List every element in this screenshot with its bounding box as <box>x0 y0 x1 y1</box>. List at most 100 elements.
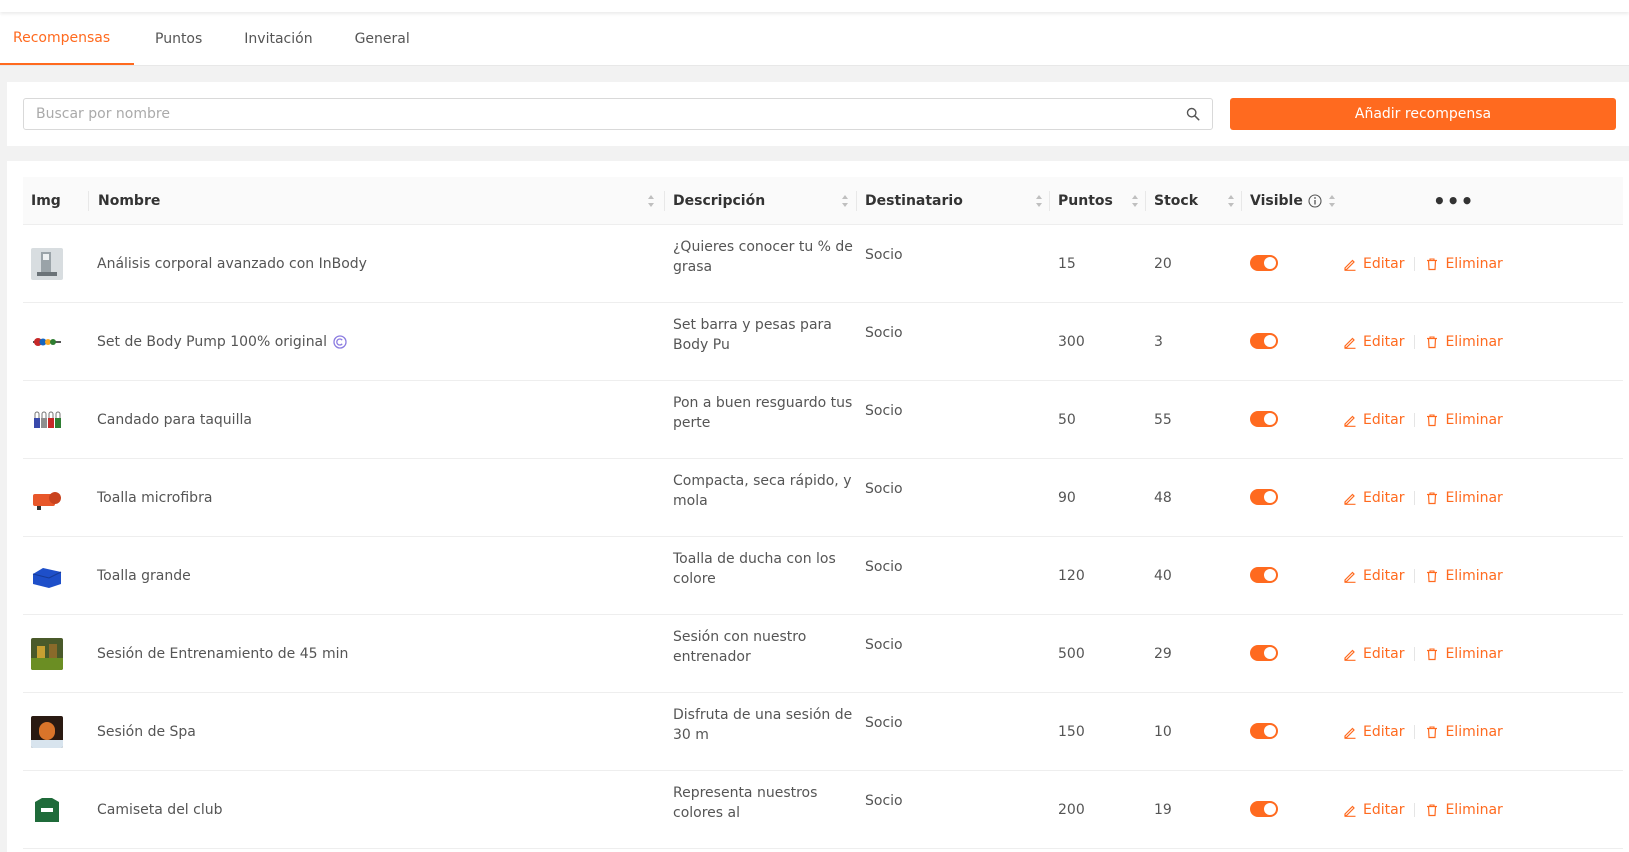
reward-points: 200 <box>1058 802 1085 818</box>
edit-button[interactable]: Editar <box>1343 412 1404 428</box>
visible-toggle[interactable] <box>1250 645 1278 661</box>
table-row: Toalla microfibra Compacta, seca rápido,… <box>23 459 1623 537</box>
visible-toggle[interactable] <box>1250 411 1278 427</box>
trash-icon <box>1427 570 1438 583</box>
col-stock[interactable]: Stock <box>1146 177 1242 225</box>
search-input[interactable] <box>24 99 1212 129</box>
rewards-table: Img Nombre Descripción Destinatario Punt… <box>7 161 1629 852</box>
reward-thumbnail <box>31 716 63 748</box>
edit-icon <box>1344 493 1356 505</box>
info-icon[interactable] <box>1308 194 1322 208</box>
delete-label: Eliminar <box>1445 568 1503 584</box>
action-divider <box>1414 569 1416 583</box>
visible-toggle[interactable] <box>1250 723 1278 739</box>
edit-button[interactable]: Editar <box>1343 802 1404 818</box>
sort-icon[interactable] <box>647 194 655 208</box>
reward-name-text: Candado para taquilla <box>97 412 252 428</box>
delete-button[interactable]: Eliminar <box>1425 412 1503 428</box>
edit-button[interactable]: Editar <box>1343 646 1404 662</box>
col-name-label: Nombre <box>98 193 161 209</box>
visible-toggle[interactable] <box>1250 567 1278 583</box>
reward-name-text: Toalla grande <box>97 568 191 584</box>
delete-button[interactable]: Eliminar <box>1425 256 1503 272</box>
reward-name: Toalla grande <box>97 537 191 615</box>
toggle-knob <box>1264 335 1276 347</box>
edit-button[interactable]: Editar <box>1343 490 1404 506</box>
delete-label: Eliminar <box>1445 490 1503 506</box>
reward-description: Set barra y pesas para Body Pu <box>673 317 832 353</box>
col-name[interactable]: Nombre <box>89 177 665 225</box>
sort-icon[interactable] <box>841 194 849 208</box>
trash-icon <box>1427 492 1438 505</box>
reward-points: 300 <box>1058 334 1085 350</box>
reward-name: Toalla microfibra <box>97 459 212 537</box>
edit-icon <box>1344 337 1356 349</box>
edit-label: Editar <box>1363 256 1405 272</box>
edit-label: Editar <box>1363 802 1405 818</box>
edit-icon <box>1344 649 1356 661</box>
table-header: Img Nombre Descripción Destinatario Punt… <box>23 177 1623 225</box>
reward-recipient: Socio <box>865 403 903 419</box>
visible-toggle[interactable] <box>1250 255 1278 271</box>
action-divider <box>1414 413 1416 427</box>
edit-button[interactable]: Editar <box>1343 724 1404 740</box>
delete-label: Eliminar <box>1445 256 1503 272</box>
reward-stock: 19 <box>1154 802 1172 818</box>
reward-stock: 3 <box>1154 334 1163 350</box>
table-row: Candado para taquilla Pon a buen resguar… <box>23 381 1623 459</box>
delete-button[interactable]: Eliminar <box>1425 334 1503 350</box>
trash-icon <box>1427 804 1438 817</box>
toggle-knob <box>1264 803 1276 815</box>
reward-stock: 29 <box>1154 646 1172 662</box>
tab-recompensas[interactable]: Recompensas <box>0 12 134 65</box>
reward-name-text: Sesión de Entrenamiento de 45 min <box>97 646 349 662</box>
delete-button[interactable]: Eliminar <box>1425 490 1503 506</box>
visible-toggle[interactable] <box>1250 801 1278 817</box>
col-points[interactable]: Puntos <box>1050 177 1146 225</box>
table-row: Toalla grande Toalla de ducha con los co… <box>23 537 1623 615</box>
trash-icon <box>1427 258 1438 271</box>
sort-icon[interactable] <box>1328 194 1336 208</box>
sort-icon[interactable] <box>1227 194 1235 208</box>
visible-toggle[interactable] <box>1250 333 1278 349</box>
col-recipient[interactable]: Destinatario <box>857 177 1050 225</box>
reward-thumbnail <box>31 794 63 826</box>
toggle-knob <box>1264 725 1276 737</box>
edit-icon <box>1344 571 1356 583</box>
reward-recipient: Socio <box>865 793 903 809</box>
delete-button[interactable]: Eliminar <box>1425 568 1503 584</box>
action-divider <box>1414 647 1416 661</box>
reward-stock: 40 <box>1154 568 1172 584</box>
delete-button[interactable]: Eliminar <box>1425 724 1503 740</box>
edit-button[interactable]: Editar <box>1343 568 1404 584</box>
reward-description: Compacta, seca rápido, y mola <box>673 473 852 509</box>
search-card: Añadir recompensa <box>7 82 1629 146</box>
table-row: Sesión de Spa Disfruta de una sesión de … <box>23 693 1623 771</box>
delete-button[interactable]: Eliminar <box>1425 802 1503 818</box>
edit-label: Editar <box>1363 646 1405 662</box>
tab-puntos[interactable]: Puntos <box>134 12 223 65</box>
more-options-icon[interactable]: ••• <box>1433 177 1474 225</box>
edit-button[interactable]: Editar <box>1343 256 1404 272</box>
copyright-icon <box>333 335 347 349</box>
col-visible[interactable]: Visible <box>1242 177 1342 225</box>
visible-toggle[interactable] <box>1250 489 1278 505</box>
search-icon[interactable] <box>1186 107 1200 121</box>
row-actions: Editar Eliminar <box>1343 459 1503 537</box>
reward-recipient: Socio <box>865 637 903 653</box>
action-divider <box>1414 491 1416 505</box>
reward-points: 15 <box>1058 256 1076 272</box>
edit-button[interactable]: Editar <box>1343 334 1404 350</box>
sort-icon[interactable] <box>1131 194 1139 208</box>
tab-general[interactable]: General <box>334 12 431 65</box>
col-description[interactable]: Descripción <box>665 177 857 225</box>
col-description-label: Descripción <box>673 193 766 209</box>
add-reward-button[interactable]: Añadir recompensa <box>1230 98 1616 130</box>
col-recipient-label: Destinatario <box>865 193 963 209</box>
action-divider <box>1414 803 1416 817</box>
sort-icon[interactable] <box>1035 194 1043 208</box>
reward-description: Pon a buen resguardo tus perte <box>673 395 853 431</box>
tab-invitacion[interactable]: Invitación <box>223 12 333 65</box>
table-row: Camiseta del club Representa nuestros co… <box>23 771 1623 849</box>
delete-button[interactable]: Eliminar <box>1425 646 1503 662</box>
